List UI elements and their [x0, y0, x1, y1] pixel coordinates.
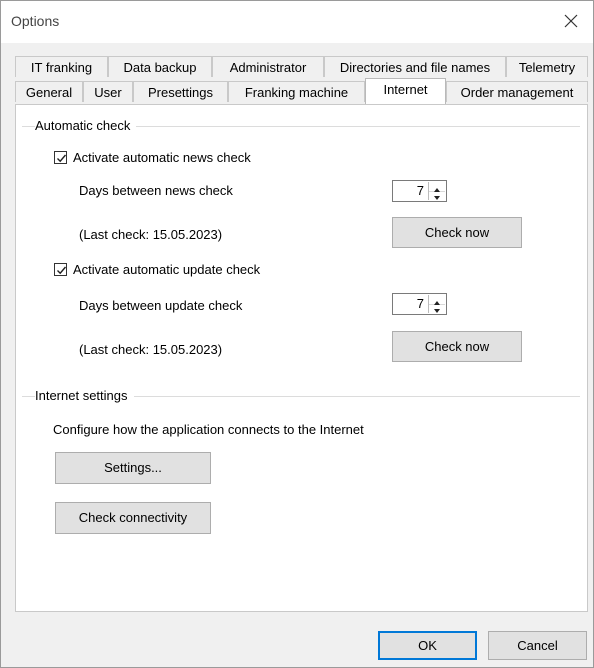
update-days-spinner[interactable]: 7	[392, 293, 447, 315]
title-bar: Options	[1, 1, 593, 43]
news-days-spinner[interactable]: 7	[392, 180, 447, 202]
tab-directories-and-file-names[interactable]: Directories and file names	[324, 56, 506, 77]
update-days-label: Days between update check	[79, 298, 243, 313]
internet-settings-description: Configure how the application connects t…	[53, 422, 364, 437]
automatic-check-group-title: Automatic check	[35, 118, 137, 133]
spin-down-icon[interactable]	[429, 304, 445, 313]
ok-button[interactable]: OK	[378, 631, 477, 660]
update-check-label[interactable]: Activate automatic update check	[73, 262, 260, 277]
tab-internet[interactable]: Internet	[365, 78, 446, 104]
options-dialog: Options IT franking Data backup Administ…	[0, 0, 594, 668]
news-check-label[interactable]: Activate automatic news check	[73, 150, 251, 165]
checkmark-icon	[57, 154, 67, 163]
tab-user[interactable]: User	[83, 81, 133, 102]
tab-administrator[interactable]: Administrator	[212, 56, 324, 77]
tab-general[interactable]: General	[15, 81, 83, 102]
update-days-spin-buttons	[428, 295, 445, 313]
news-check-checkbox[interactable]	[54, 151, 67, 164]
checkmark-icon	[57, 266, 67, 275]
settings-button[interactable]: Settings...	[55, 452, 211, 484]
close-icon[interactable]	[557, 7, 585, 35]
tab-it-franking[interactable]: IT franking	[15, 56, 108, 77]
window-title: Options	[11, 13, 60, 29]
news-days-spin-buttons	[428, 182, 445, 200]
tab-row-2: General User Presettings Franking machin…	[15, 78, 588, 104]
tab-row-1: IT franking Data backup Administrator Di…	[15, 56, 588, 78]
news-days-label: Days between news check	[79, 183, 233, 198]
update-check-checkbox[interactable]	[54, 263, 67, 276]
tab-telemetry[interactable]: Telemetry	[506, 56, 588, 77]
news-days-value[interactable]: 7	[417, 183, 424, 198]
update-check-now-button[interactable]: Check now	[392, 331, 522, 362]
spin-down-icon[interactable]	[429, 191, 445, 200]
news-check-now-button[interactable]: Check now	[392, 217, 522, 248]
tab-presettings[interactable]: Presettings	[133, 81, 228, 102]
update-last-check: (Last check: 15.05.2023)	[79, 342, 223, 357]
internet-settings-group-title: Internet settings	[35, 388, 134, 403]
tab-franking-machine[interactable]: Franking machine	[228, 81, 365, 102]
cancel-button[interactable]: Cancel	[488, 631, 587, 660]
internet-tab-panel: Automatic check Activate automatic news …	[15, 104, 588, 612]
check-connectivity-button[interactable]: Check connectivity	[55, 502, 211, 534]
tab-order-management[interactable]: Order management	[446, 81, 588, 102]
tab-data-backup[interactable]: Data backup	[108, 56, 212, 77]
update-days-value[interactable]: 7	[417, 296, 424, 311]
news-last-check: (Last check: 15.05.2023)	[79, 227, 223, 242]
